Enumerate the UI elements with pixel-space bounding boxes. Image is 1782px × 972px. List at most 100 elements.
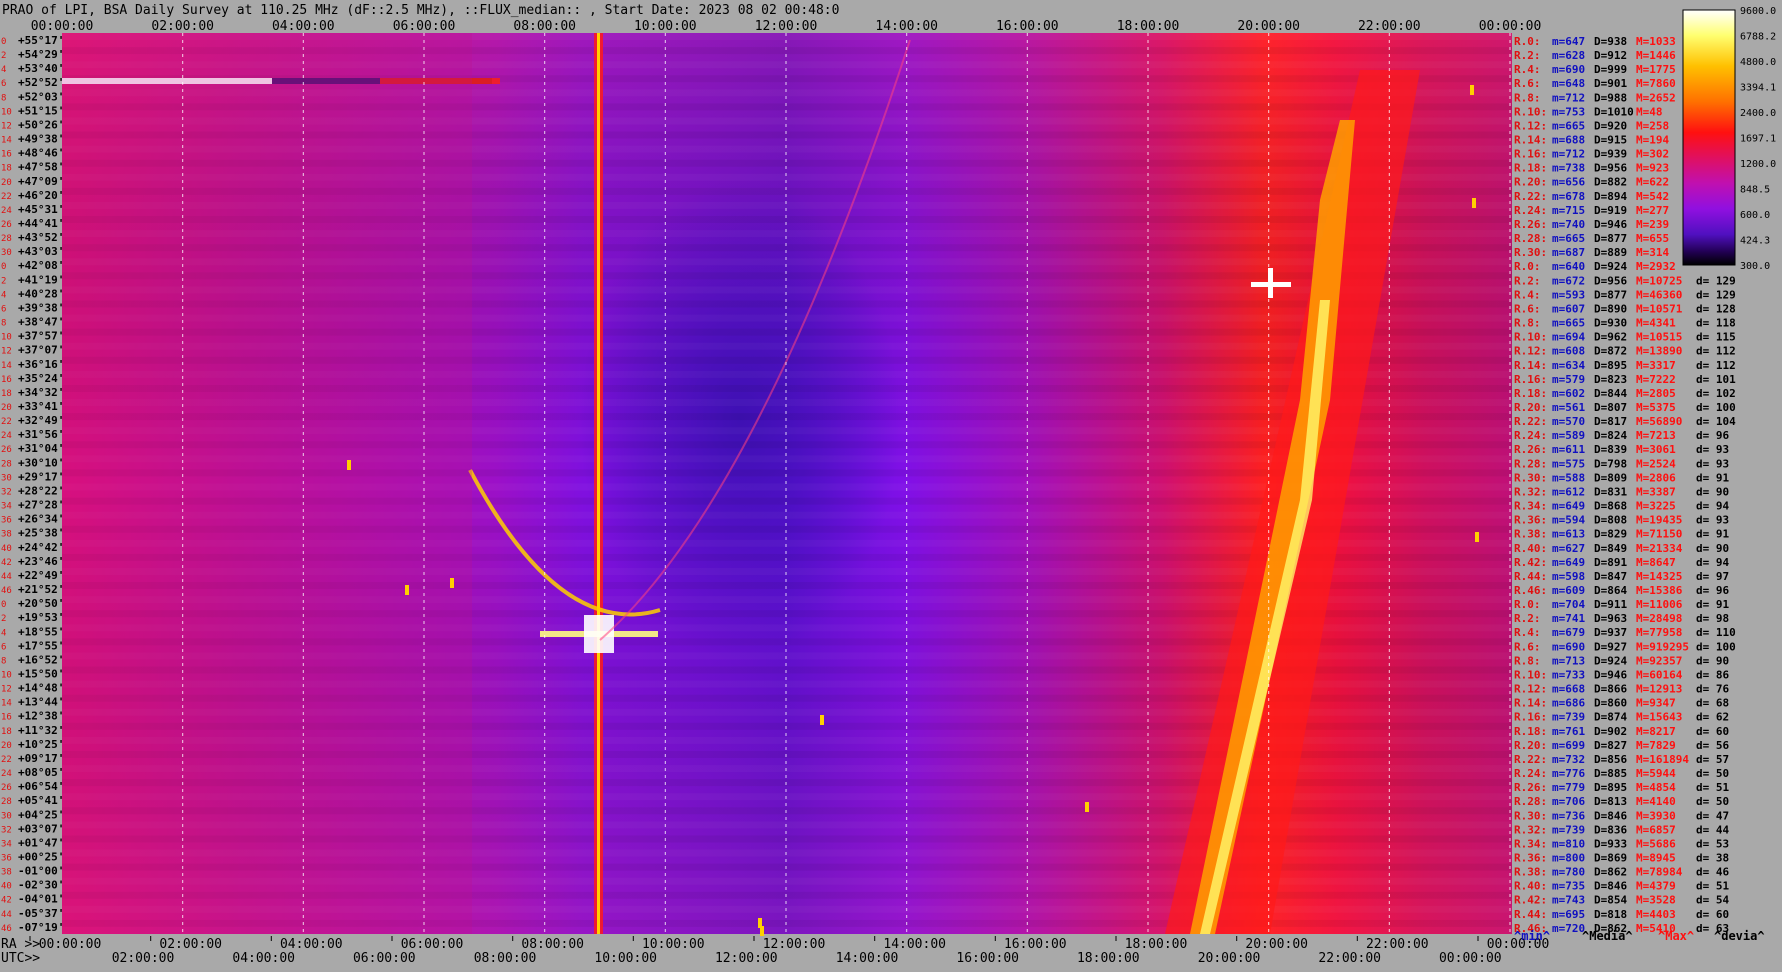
ra-tick-label: 02:00:00 xyxy=(159,937,222,952)
stats-row-label: R.30: xyxy=(1514,246,1547,259)
stats-min: m=800 xyxy=(1552,852,1585,865)
stats-median: D=891 xyxy=(1594,556,1627,569)
stats-row: R.40: m=627 D=849 M=21334 d= 90 xyxy=(1514,542,1729,555)
ra-tick-label: 00:00:00 xyxy=(39,937,102,952)
heatmap-area[interactable] xyxy=(62,33,1512,936)
declination-label: +33°41' xyxy=(18,400,64,413)
colorbar-tick-label: 848.5 xyxy=(1740,185,1770,196)
row-index-label: 24 xyxy=(1,206,12,216)
stats-row: R.42: m=743 D=854 M=3528 d= 54 xyxy=(1514,894,1729,907)
top-tick-label: 20:00:00 xyxy=(1237,19,1300,34)
stats-deviation: d= 94 xyxy=(1696,500,1729,513)
colorbar-tick-label: 600.0 xyxy=(1740,210,1770,221)
stats-max: M=56890 xyxy=(1636,415,1682,428)
top-tick-label: 18:00:00 xyxy=(1117,19,1180,34)
stats-min: m=780 xyxy=(1552,866,1585,879)
stats-row-label: R.22: xyxy=(1514,753,1547,766)
declination-label: +17°55' xyxy=(18,639,64,652)
stats-row: R.32: m=739 D=836 M=6857 d= 44 xyxy=(1514,823,1729,836)
colorbar-tick-label: 3394.1 xyxy=(1740,83,1776,94)
stats-row-label: R.8: xyxy=(1514,654,1541,667)
stats-median: D=937 xyxy=(1594,626,1627,639)
stats-max: M=78984 xyxy=(1636,866,1683,879)
stats-min: m=627 xyxy=(1552,542,1585,555)
stats-row: R.12: m=608 D=872 M=13890 d= 112 xyxy=(1514,345,1736,358)
colorbar-tick-label: 9600.0 xyxy=(1740,6,1776,17)
stats-deviation: d= 96 xyxy=(1696,429,1729,442)
stats-deviation: d= 104 xyxy=(1696,415,1736,428)
stats-min: m=810 xyxy=(1552,837,1585,850)
stats-row-label: R.36: xyxy=(1514,852,1547,865)
row-index-label: 2 xyxy=(1,276,6,286)
row-index-label: 44 xyxy=(1,572,12,582)
stats-median: D=915 xyxy=(1594,134,1627,147)
declination-label: +03°07' xyxy=(18,822,64,835)
stats-row-label: R.34: xyxy=(1514,837,1547,850)
colorbar-tick-label: 6788.2 xyxy=(1740,32,1776,43)
stats-median: D=882 xyxy=(1594,176,1627,189)
declination-axis: 0 +55°17' 2 +54°29' 4 +53°40' 6 +52°52' 8 +52°03'… xyxy=(1,34,64,934)
stats-median: D=920 xyxy=(1594,119,1627,132)
stats-max: M=194 xyxy=(1636,134,1669,147)
stats-row-label: R.22: xyxy=(1514,415,1547,428)
stats-deviation: d= 50 xyxy=(1696,795,1729,808)
stats-max: M=3387 xyxy=(1636,486,1676,499)
top-tick-label: 04:00:00 xyxy=(272,19,335,34)
stats-row-label: R.34: xyxy=(1514,500,1547,513)
stats-deviation: d= 68 xyxy=(1696,697,1729,710)
stats-median: D=831 xyxy=(1594,486,1627,499)
stats-min: m=743 xyxy=(1552,894,1585,907)
stats-min: m=594 xyxy=(1552,514,1585,527)
stats-min: m=649 xyxy=(1552,500,1585,513)
stats-row-label: R.18: xyxy=(1514,725,1547,738)
ra-tick-label: 06:00:00 xyxy=(401,937,464,952)
top-time-axis: 00:00:00 02:00:00 04:00:00 06:00:00 08:00:00… xyxy=(31,19,1542,34)
stats-deviation: d= 128 xyxy=(1696,303,1736,316)
declination-label: -02°30' xyxy=(18,879,64,892)
stats-max: M=3061 xyxy=(1636,443,1676,456)
stats-min: m=668 xyxy=(1552,683,1585,696)
stats-row: R.6: m=607 D=890 M=10571 d= 128 xyxy=(1514,303,1736,316)
row-index-label: 2 xyxy=(1,51,6,61)
stats-row-label: R.44: xyxy=(1514,570,1547,583)
row-index-label: 26 xyxy=(1,445,12,455)
declination-label: -05°37' xyxy=(18,907,64,920)
declination-label: +55°17' xyxy=(18,34,64,47)
row-index-label: 18 xyxy=(1,727,12,737)
stats-row: R.46: m=609 D=864 M=15386 d= 96 xyxy=(1514,584,1729,597)
declination-label: +43°52' xyxy=(18,231,64,244)
stats-max: M=302 xyxy=(1636,148,1669,161)
stats-median: D=862 xyxy=(1594,866,1627,879)
stats-median: D=798 xyxy=(1594,457,1627,470)
declination-label: +45°31' xyxy=(18,203,64,216)
row-index-label: 12 xyxy=(1,347,12,357)
stats-median: D=854 xyxy=(1594,894,1627,907)
stats-deviation: d= 91 xyxy=(1696,598,1729,611)
stats-median: D=872 xyxy=(1594,345,1627,358)
stats-deviation: d= 44 xyxy=(1696,823,1729,836)
stats-max: M=77958 xyxy=(1636,626,1682,639)
row-index-label: 28 xyxy=(1,459,12,469)
stats-row-label: R.38: xyxy=(1514,528,1547,541)
stats-row: R.30: m=588 D=809 M=2806 d= 91 xyxy=(1514,471,1729,484)
stats-min: m=672 xyxy=(1552,274,1585,287)
stats-row-label: R.12: xyxy=(1514,345,1547,358)
row-index-label: 16 xyxy=(1,713,12,723)
stats-row: R.14: m=688 D=915 M=194 xyxy=(1514,134,1669,147)
stats-row-label: R.20: xyxy=(1514,401,1547,414)
stats-max: M=923 xyxy=(1636,162,1669,175)
stats-median: D=866 xyxy=(1594,683,1627,696)
stats-row-label: R.28: xyxy=(1514,232,1547,245)
row-index-label: 6 xyxy=(1,642,6,652)
stats-max: M=4403 xyxy=(1636,908,1676,921)
declination-label: +49°38' xyxy=(18,133,64,146)
stats-deviation: d= 51 xyxy=(1696,880,1729,893)
stats-max: M=71150 xyxy=(1636,528,1682,541)
declination-label: +27°28' xyxy=(18,499,64,512)
row-index-label: 14 xyxy=(1,136,12,146)
stats-row: R.24: m=776 D=885 M=5944 d= 50 xyxy=(1514,767,1729,780)
stats-max: M=10515 xyxy=(1636,331,1682,344)
stats-median: D=860 xyxy=(1594,697,1627,710)
row-index-label: 46 xyxy=(1,924,12,934)
stats-median: D=885 xyxy=(1594,767,1627,780)
